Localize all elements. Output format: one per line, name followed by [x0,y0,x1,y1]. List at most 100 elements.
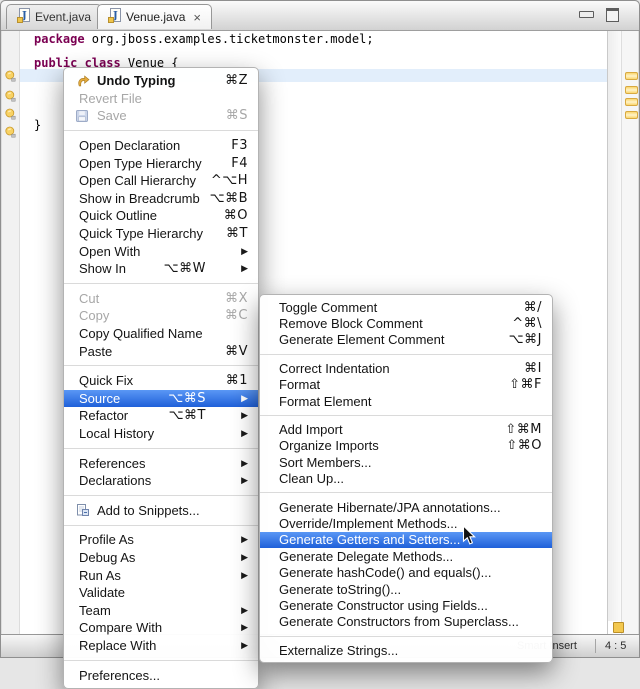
menu-item-shortcut: ⌘O [224,208,248,223]
menu-item-clean-up[interactable]: Clean Up... [260,471,552,487]
menu-item-format[interactable]: Format⇧⌘F [260,377,552,393]
java-file-icon: J [17,8,30,26]
menu-item-generate-element-comment[interactable]: Generate Element Comment⌥⌘J [260,332,552,348]
menu-separator [64,365,258,366]
menu-item-generate-delegate-methods[interactable]: Generate Delegate Methods... [260,548,552,564]
submenu-arrow-icon: ▶ [238,553,248,562]
menu-item-generate-getters-and-setters[interactable]: Generate Getters and Setters... [260,532,552,548]
menu-item-shortcut: ⌘V [225,344,248,359]
lightbulb-warning-icon[interactable] [4,70,17,83]
menu-item-refactor[interactable]: Refactor⌥⌘T▶ [64,407,258,425]
menu-item-compare-with[interactable]: Compare With▶ [64,619,258,637]
menu-item-shortcut: ⇧⌘O [506,438,542,453]
lightbulb-warning-icon[interactable] [4,90,17,103]
menu-item-label: Toggle Comment [279,300,377,315]
menu-item-label: Format Element [279,394,371,409]
menu-item-label: Organize Imports [279,438,379,453]
minimize-icon[interactable] [579,11,594,18]
warning-marker-icon[interactable] [625,86,638,94]
tab-event-java[interactable]: J Event.java [6,4,102,29]
menu-item-label: Externalize Strings... [279,643,398,658]
menu-item-shortcut: ⌥⌘J [509,332,542,347]
snippet-icon [76,504,93,517]
menu-item-format-element[interactable]: Format Element [260,393,552,409]
submenu-arrow-icon: ▶ [238,411,248,420]
menu-item-label: Copy [79,308,109,323]
menu-item-shortcut: ^⌥H [211,173,248,188]
menu-item-local-history[interactable]: Local History ▶ [64,425,258,443]
menu-item-toggle-comment[interactable]: Toggle Comment⌘/ [260,299,552,315]
menu-item-label: Copy Qualified Name [79,326,203,341]
warning-marker-icon[interactable] [625,72,638,80]
menu-item-label: Quick Fix [79,373,133,388]
menu-item-organize-imports[interactable]: Organize Imports ⇧⌘O [260,438,552,454]
menu-item-undo-typing[interactable]: Undo Typing⌘Z [64,72,258,90]
menu-item-label: Open Declaration [79,138,180,153]
menu-item-label: Local History [79,426,154,441]
menu-item-run-as[interactable]: Run As▶ [64,566,258,584]
menu-item-add-to-snippets[interactable]: Add to Snippets... [64,501,258,519]
menu-item-override-implement-methods[interactable]: Override/Implement Methods... [260,515,552,531]
menu-item-label: Team [79,603,111,618]
menu-item-open-with[interactable]: Open With▶ [64,242,258,260]
menu-item-paste[interactable]: Paste⌘V [64,342,258,360]
menu-item-label: Preferences... [79,668,160,683]
menu-item-debug-as[interactable]: Debug As▶ [64,549,258,567]
maximize-icon[interactable] [606,8,619,22]
menu-separator [64,283,258,284]
menu-item-references[interactable]: References▶ [64,454,258,472]
warning-marker-icon[interactable] [625,98,638,106]
annotation-gutter [2,31,20,635]
menu-item-team[interactable]: Team ▶ [64,601,258,619]
menu-item-open-declaration[interactable]: Open Declaration F3 [64,137,258,155]
menu-item-correct-indentation[interactable]: Correct Indentation⌘I [260,360,552,376]
menu-item-shortcut: ⌘X [225,291,248,306]
menu-item-show-in-breadcrumb[interactable]: Show in Breadcrumb⌥⌘B [64,190,258,208]
menu-item-open-type-hierarchy[interactable]: Open Type HierarchyF4 [64,154,258,172]
menu-item-copy: Copy⌘C [64,307,258,325]
menu-item-validate[interactable]: Validate [64,584,258,602]
menu-item-source[interactable]: Source⌥⌘S▶ [64,390,258,408]
menu-item-shortcut: F3 [231,138,248,153]
menu-item-label: Profile As [79,532,134,547]
save-icon [76,109,93,122]
menu-item-declarations[interactable]: Declarations▶ [64,472,258,490]
menu-separator [64,660,258,661]
menu-item-preferences[interactable]: Preferences... [64,666,258,684]
warning-marker-icon[interactable] [625,111,638,119]
menu-item-label: Generate Constructor using Fields... [279,598,488,613]
menu-item-open-call-hierarchy[interactable]: Open Call Hierarchy^⌥H [64,172,258,190]
lightbulb-warning-icon[interactable] [4,108,17,121]
submenu-arrow-icon: ▶ [238,429,248,438]
menu-item-externalize-strings[interactable]: Externalize Strings... [260,642,552,658]
menu-item-quick-fix[interactable]: Quick Fix⌘1 [64,372,258,390]
code-line: package org.jboss.examples.ticketmonster… [34,33,374,46]
menu-item-replace-with[interactable]: Replace With▶ [64,637,258,655]
menu-item-generate-constructors-from-superclass[interactable]: Generate Constructors from Superclass... [260,614,552,630]
menu-item-quick-type-hierarchy[interactable]: Quick Type Hierarchy⌘T [64,225,258,243]
menu-item-label: Source [79,391,120,406]
menu-item-copy-qualified-name[interactable]: Copy Qualified Name [64,325,258,343]
menu-item-quick-outline[interactable]: Quick Outline⌘O [64,207,258,225]
lightbulb-warning-icon[interactable] [4,126,17,139]
menu-item-label: Add Import [279,422,343,437]
menu-separator [260,354,552,355]
menu-item-add-import[interactable]: Add Import⇧⌘M [260,421,552,437]
menu-item-remove-block-comment[interactable]: Remove Block Comment^⌘\ [260,315,552,331]
menu-item-label: Cut [79,291,99,306]
code-text: } [34,118,41,132]
menu-item-generate-hibernate-jpa-annotations[interactable]: Generate Hibernate/JPA annotations... [260,499,552,515]
menu-item-shortcut: F4 [231,156,248,171]
submenu-arrow-icon: ▶ [238,606,248,615]
menu-item-sort-members[interactable]: Sort Members... [260,454,552,470]
tab-close-icon[interactable]: × [193,11,201,24]
menu-item-generate-hashcode-and-equals[interactable]: Generate hashCode() and equals()... [260,564,552,580]
menu-item-profile-as[interactable]: Profile As▶ [64,531,258,549]
submenu-arrow-icon: ▶ [238,459,248,468]
menu-item-generate-tostring[interactable]: Generate toString()... [260,581,552,597]
menu-item-shortcut: ⇧⌘F [509,377,542,392]
vertical-scrollbar[interactable] [608,31,621,621]
tab-venue-java[interactable]: J Venue.java × [97,4,212,29]
menu-item-show-in[interactable]: Show In⌥⌘W▶ [64,260,258,278]
menu-item-generate-constructor-using-fields[interactable]: Generate Constructor using Fields... [260,597,552,613]
